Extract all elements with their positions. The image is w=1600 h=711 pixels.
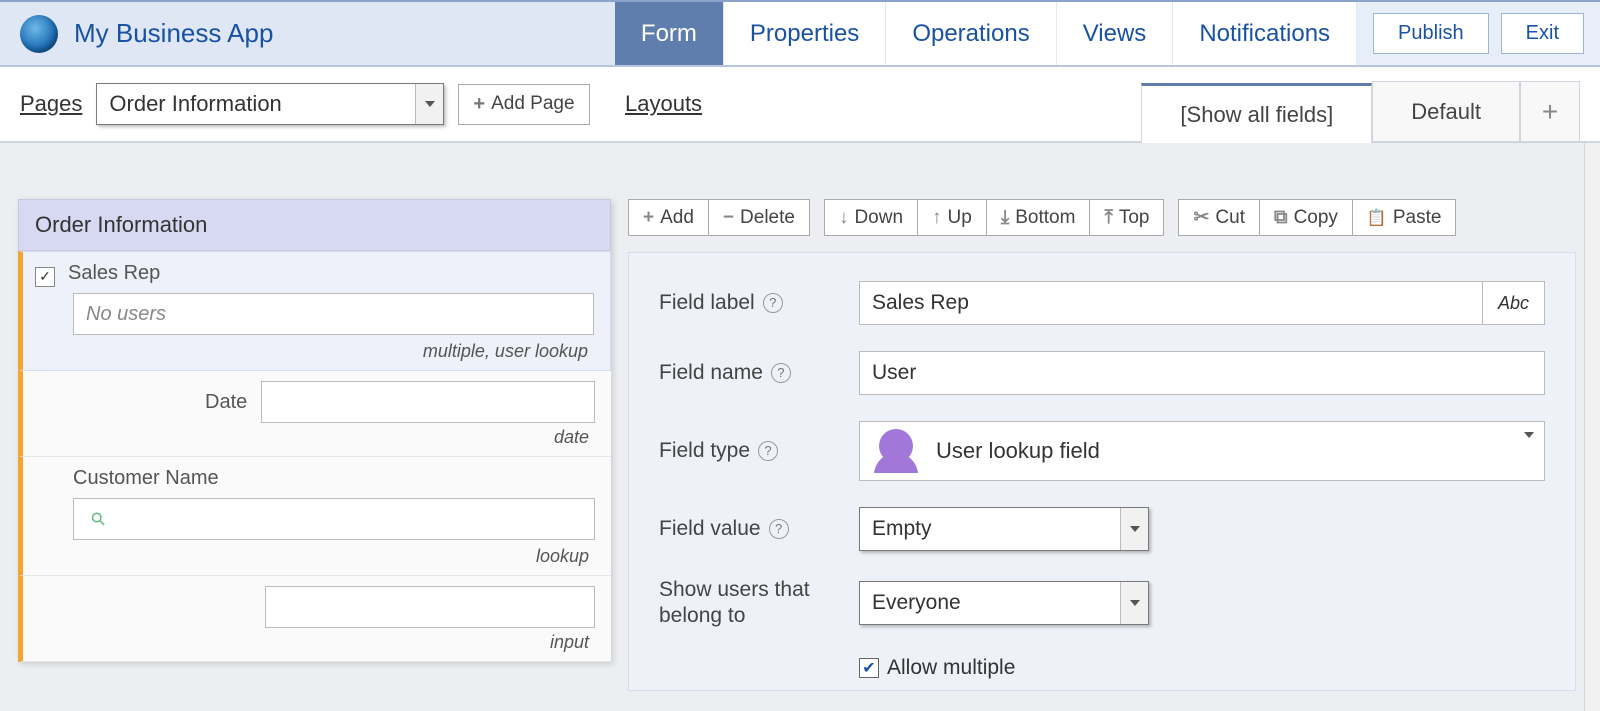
pages-label: Pages bbox=[20, 91, 82, 117]
prop-row-field-label: Field label? Sales Rep Abc bbox=[659, 281, 1545, 325]
field-input-generic[interactable] bbox=[265, 586, 595, 628]
prop-row-field-type: Field type? User lookup field bbox=[659, 421, 1545, 481]
paste-icon bbox=[1367, 207, 1387, 229]
arrow-up-icon bbox=[932, 207, 942, 229]
field-block-customer-name[interactable]: Customer Name ⚲ lookup bbox=[18, 457, 611, 576]
field-input-sales-rep[interactable]: No users bbox=[73, 293, 594, 335]
prop-row-allow-multiple: ✔ Allow multiple bbox=[859, 656, 1545, 680]
field-toolbar: Add Delete Down Up Bottom Top Cut Copy P… bbox=[628, 199, 1576, 236]
top-tabs: Form Properties Operations Views Notific… bbox=[615, 2, 1357, 65]
subbar-right: Layouts [Show all fields] Default + bbox=[615, 67, 1600, 141]
cut-button[interactable]: Cut bbox=[1178, 199, 1260, 236]
prop-row-show-users: Show users that belong to Everyone bbox=[659, 577, 1545, 630]
user-icon bbox=[879, 429, 913, 463]
arrow-to-bottom-icon bbox=[1001, 207, 1009, 229]
prop-row-field-name: Field name? User bbox=[659, 351, 1545, 395]
vertical-scrollbar[interactable] bbox=[1584, 143, 1600, 711]
field-name-input[interactable]: User bbox=[859, 351, 1545, 395]
field-value-select[interactable]: Empty bbox=[859, 507, 1149, 551]
layouts-label: Layouts bbox=[625, 91, 702, 117]
help-icon[interactable]: ? bbox=[758, 441, 778, 461]
arrow-to-top-icon bbox=[1104, 207, 1112, 229]
help-icon[interactable]: ? bbox=[763, 293, 783, 313]
topbar-actions: Publish Exit bbox=[1357, 2, 1600, 65]
scissors-icon bbox=[1193, 206, 1209, 229]
show-users-select[interactable]: Everyone bbox=[859, 581, 1149, 625]
subbar-left: Pages Order Information + Add Page bbox=[0, 83, 615, 125]
tab-form[interactable]: Form bbox=[615, 2, 724, 65]
top-bar: My Business App Form Properties Operatio… bbox=[0, 0, 1600, 67]
form-preview-column: Order Information ✓ Sales Rep No users m… bbox=[0, 143, 612, 711]
tab-views[interactable]: Views bbox=[1057, 2, 1174, 65]
move-down-button[interactable]: Down bbox=[824, 199, 918, 236]
page-select[interactable]: Order Information bbox=[96, 83, 444, 125]
field-checkbox[interactable]: ✓ bbox=[35, 267, 55, 287]
tab-properties[interactable]: Properties bbox=[724, 2, 886, 65]
field-label: Customer Name bbox=[73, 467, 219, 489]
field-meta: date bbox=[35, 423, 595, 450]
allow-multiple-label: Allow multiple bbox=[887, 656, 1015, 680]
field-label-input[interactable]: Sales Rep bbox=[859, 281, 1483, 325]
field-meta: multiple, user lookup bbox=[35, 337, 594, 364]
plus-icon: + bbox=[473, 93, 485, 116]
delete-field-button[interactable]: Delete bbox=[709, 199, 810, 236]
field-block-sales-rep[interactable]: ✓ Sales Rep No users multiple, user look… bbox=[18, 251, 611, 371]
page-select-value: Order Information bbox=[109, 91, 281, 117]
field-block-input[interactable]: input bbox=[18, 576, 611, 662]
help-icon[interactable]: ? bbox=[771, 363, 791, 383]
chevron-down-icon bbox=[1524, 438, 1534, 464]
help-icon[interactable]: ? bbox=[769, 519, 789, 539]
allow-multiple-checkbox[interactable]: ✔ bbox=[859, 658, 879, 678]
layout-tab-add[interactable]: + bbox=[1520, 81, 1580, 141]
app-title: My Business App bbox=[74, 18, 273, 49]
field-label: Sales Rep bbox=[68, 262, 160, 284]
properties-column: Add Delete Down Up Bottom Top Cut Copy P… bbox=[612, 143, 1600, 711]
tab-operations[interactable]: Operations bbox=[886, 2, 1056, 65]
paste-button[interactable]: Paste bbox=[1353, 199, 1457, 236]
layout-tab-default[interactable]: Default bbox=[1372, 81, 1520, 141]
sub-bar: Pages Order Information + Add Page Layou… bbox=[0, 67, 1600, 143]
field-label: Date bbox=[205, 391, 247, 414]
abc-format-button[interactable]: Abc bbox=[1483, 281, 1545, 325]
prop-row-field-value: Field value? Empty bbox=[659, 507, 1545, 551]
field-meta: lookup bbox=[35, 542, 595, 569]
field-input-customer-name[interactable]: ⚲ bbox=[73, 498, 595, 540]
move-up-button[interactable]: Up bbox=[918, 199, 987, 236]
app-globe-icon bbox=[20, 15, 58, 53]
arrow-down-icon bbox=[839, 207, 849, 229]
layout-tabs: [Show all fields] Default + bbox=[1141, 81, 1580, 141]
add-field-button[interactable]: Add bbox=[628, 199, 709, 236]
tab-notifications[interactable]: Notifications bbox=[1173, 2, 1357, 65]
topbar-left: My Business App bbox=[0, 2, 615, 65]
main-area: Order Information ✓ Sales Rep No users m… bbox=[0, 143, 1600, 711]
add-page-label: Add Page bbox=[491, 93, 574, 115]
add-page-button[interactable]: + Add Page bbox=[458, 84, 589, 125]
field-meta: input bbox=[35, 628, 595, 655]
field-type-select[interactable]: User lookup field bbox=[859, 421, 1545, 481]
form-preview-header: Order Information bbox=[18, 199, 611, 251]
exit-button[interactable]: Exit bbox=[1501, 13, 1584, 54]
minus-icon bbox=[723, 207, 734, 229]
form-preview-card: Order Information ✓ Sales Rep No users m… bbox=[18, 199, 611, 662]
layout-tab-show-all[interactable]: [Show all fields] bbox=[1141, 83, 1372, 143]
chevron-down-icon bbox=[1120, 582, 1148, 624]
copy-icon bbox=[1274, 207, 1288, 229]
field-input-date[interactable] bbox=[261, 381, 595, 423]
chevron-down-icon bbox=[1120, 508, 1148, 550]
chevron-down-icon bbox=[415, 84, 443, 124]
field-properties-panel: Field label? Sales Rep Abc Field name? U… bbox=[628, 252, 1576, 691]
field-block-date[interactable]: Date date bbox=[18, 371, 611, 457]
publish-button[interactable]: Publish bbox=[1373, 13, 1489, 54]
move-top-button[interactable]: Top bbox=[1090, 199, 1164, 236]
move-bottom-button[interactable]: Bottom bbox=[987, 199, 1091, 236]
plus-icon bbox=[643, 207, 654, 229]
copy-button[interactable]: Copy bbox=[1260, 199, 1353, 236]
search-icon: ⚲ bbox=[87, 507, 111, 531]
